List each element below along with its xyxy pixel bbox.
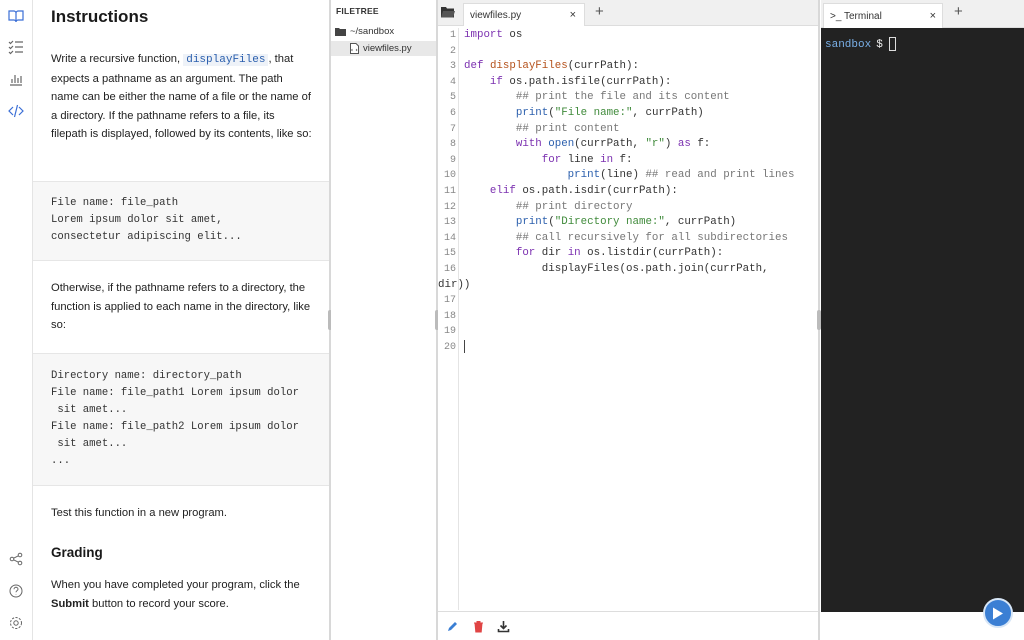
editor-tab-bar: viewfiles.py × +	[438, 0, 818, 26]
line-number: 15	[443, 248, 456, 260]
p1-text-post: , that expects a pathname as an argument…	[51, 53, 312, 141]
filetree-panel: FILETREE ~/sandbox viewfiles.py	[331, 0, 436, 640]
terminal-screen[interactable]: sandbox $	[821, 28, 1024, 612]
code-line: File name: file_path2 Lorem ipsum dolor	[51, 421, 299, 433]
text-cursor	[464, 339, 465, 353]
close-tab-icon[interactable]: ×	[570, 9, 576, 21]
open-folder-icon[interactable]	[441, 6, 455, 18]
instructions-title: Instructions	[51, 7, 149, 26]
grading-text-post: button to record your score.	[92, 597, 229, 610]
play-icon	[993, 607, 1003, 619]
line-number: 13	[443, 217, 456, 229]
line-number: 14	[443, 232, 456, 244]
line-number: 7	[449, 123, 456, 135]
line-number: 18	[443, 310, 456, 322]
code-line: File name: file_path	[51, 197, 179, 209]
line-number: 3	[449, 61, 456, 73]
line-number: 1	[449, 30, 456, 41]
prompt-symbol: $	[876, 38, 883, 51]
p1-text-pre: Write a recursive function,	[51, 53, 181, 65]
new-terminal-button[interactable]: +	[954, 3, 963, 20]
code-line: Lorem ipsum dolor sit amet,	[51, 214, 223, 226]
line-number: 20	[443, 341, 456, 353]
line-number: 16	[443, 263, 456, 275]
code-line: consectetur adipiscing elit...	[51, 231, 242, 243]
line-number-gutter: 1 2 3 4 5 6 7 8 9 10 11 12 13 14 15 16 17 18 19 20	[438, 28, 459, 610]
line-number: 5	[449, 92, 456, 104]
line-number: 4	[449, 76, 456, 88]
instruction-paragraph-1: Write a recursive function, displayFiles…	[51, 50, 313, 144]
prompt-directory: sandbox	[825, 38, 872, 51]
trash-icon[interactable]	[472, 620, 485, 633]
editor-bottom-toolbar	[438, 611, 818, 640]
code-editor: viewfiles.py × + 1 2 3 4 5 6 7 8 9 10 11 12 13 14 15 16…	[438, 0, 818, 640]
new-tab-button[interactable]: +	[595, 3, 604, 20]
line-number: 8	[449, 139, 456, 151]
file-label: viewfiles.py	[363, 43, 412, 54]
instruction-paragraph-2: Otherwise, if the pathname refers to a d…	[51, 282, 311, 332]
code-area[interactable]: import os def displayFiles(currPath): if…	[438, 28, 816, 355]
pencil-icon[interactable]	[446, 620, 459, 633]
tab-terminal[interactable]: >_ Terminal ×	[823, 3, 943, 28]
function-name-code: displayFiles	[183, 54, 269, 66]
line-number: 2	[449, 45, 456, 57]
terminal-panel: >_ Terminal × + sandbox $	[821, 0, 1024, 640]
code-line: sit amet...	[51, 404, 128, 416]
grading-text-pre: When you have completed your program, cl…	[51, 579, 300, 591]
chart-icon[interactable]	[7, 70, 25, 88]
line-number: 9	[449, 154, 456, 166]
code-icon[interactable]	[7, 102, 25, 120]
close-terminal-icon[interactable]: ×	[930, 10, 936, 22]
left-rail	[0, 0, 33, 640]
submit-word: Submit	[51, 597, 89, 610]
instructions-panel: Instructions Write a recursive function,…	[33, 0, 329, 640]
filetree-folder-row[interactable]: ~/sandbox	[331, 24, 436, 39]
directory-output-example: Directory name: directory_path File name…	[33, 353, 329, 486]
checklist-icon[interactable]	[7, 38, 25, 56]
code-line: File name: file_path1 Lorem ipsum dolor	[51, 387, 299, 399]
settings-icon[interactable]	[7, 614, 25, 632]
code-line: Directory name: directory_path	[51, 370, 242, 382]
grading-title: Grading	[51, 545, 103, 560]
line-number: 10	[443, 170, 456, 182]
filetree-header: FILETREE	[336, 6, 379, 16]
book-icon[interactable]	[7, 7, 25, 25]
code-line: ...	[51, 455, 71, 467]
terminal-tab-label: >_ Terminal	[830, 11, 882, 22]
line-number: 6	[449, 107, 456, 119]
line-number: 11	[443, 185, 456, 197]
filetree-file-row[interactable]: viewfiles.py	[331, 41, 436, 56]
share-icon[interactable]	[7, 550, 25, 568]
line-number: 19	[443, 326, 456, 338]
terminal-cursor	[888, 37, 896, 51]
download-icon[interactable]	[497, 620, 510, 633]
folder-label: ~/sandbox	[350, 26, 395, 37]
run-button[interactable]	[983, 598, 1013, 628]
code-line: sit amet...	[51, 438, 128, 450]
terminal-tab-bar: >_ Terminal × +	[821, 0, 1024, 28]
line-number: 12	[443, 201, 456, 213]
file-icon	[350, 43, 359, 54]
instruction-paragraph-3: Test this function in a new program.	[51, 507, 227, 519]
tab-viewfiles[interactable]: viewfiles.py ×	[463, 3, 585, 26]
grading-paragraph: When you have completed your program, cl…	[51, 576, 313, 613]
line-number: 17	[443, 295, 456, 307]
help-icon[interactable]	[7, 582, 25, 600]
file-output-example: File name: file_path Lorem ipsum dolor s…	[33, 181, 329, 261]
folder-icon	[335, 28, 346, 36]
tab-label: viewfiles.py	[470, 10, 522, 21]
